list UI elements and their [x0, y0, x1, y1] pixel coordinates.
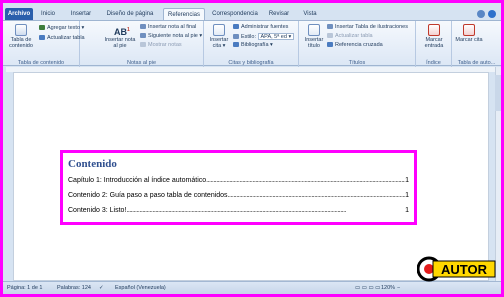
- autor-logo: AUTOR: [417, 256, 496, 282]
- bibliography-icon: [233, 42, 239, 47]
- estilo-value: APA, 5ª ed: [260, 34, 287, 40]
- toc-entry-text: Contenido 3: Listo!: [68, 207, 127, 214]
- insertar-nota-final-label: Insertar nota al final: [148, 24, 197, 30]
- siguiente-nota-label: Siguiente nota al pie: [148, 33, 198, 39]
- citation-icon: [213, 24, 225, 36]
- insertar-cita-button[interactable]: Insertar cita ▾: [207, 24, 231, 49]
- ribbon: Tabla de contenido Agregar texto ▾ Actua…: [3, 20, 501, 67]
- sources-icon: [233, 24, 239, 29]
- footnote-ab-icon: AB1: [114, 27, 130, 37]
- insertar-titulo-label: Insertar título: [304, 37, 324, 49]
- tabla-contenido-button[interactable]: Tabla de contenido: [6, 24, 36, 49]
- toc-entry-page: 1: [405, 207, 409, 214]
- siguiente-nota-button[interactable]: Siguiente nota al pie ▾: [140, 33, 202, 40]
- estilo-label: Estilo:: [241, 34, 256, 40]
- logo-text: AUTOR: [441, 262, 488, 277]
- bibliografia-button[interactable]: Bibliografía ▾: [233, 42, 273, 49]
- marcar-cita-button[interactable]: Marcar cita: [455, 24, 483, 43]
- toc-entry-page: 1: [405, 177, 409, 184]
- refresh-icon: [39, 35, 45, 40]
- toc-title: Contenido: [68, 158, 117, 170]
- marcar-entrada-label: Marcar entrada: [424, 37, 444, 49]
- caption-icon: [308, 24, 320, 36]
- footnote-ab-text: AB: [114, 27, 127, 37]
- group-citas: Insertar cita ▾ Administrar fuentes Esti…: [204, 21, 299, 67]
- insertar-tabla-ilustraciones-label: Insertar Tabla de ilustraciones: [335, 24, 408, 30]
- insertar-tabla-ilustraciones-button[interactable]: Insertar Tabla de ilustraciones: [327, 24, 408, 31]
- toc-icon: [15, 24, 27, 36]
- toc-entry[interactable]: Contenido 3: Listo! ....................…: [68, 204, 409, 217]
- view-buttons[interactable]: ▭ ▭ ▭ ▭: [355, 282, 380, 294]
- toc-entry[interactable]: Capítulo 1: Introducción al índice autom…: [68, 174, 409, 187]
- bibliografia-label: Bibliografía: [241, 42, 269, 48]
- group-indice: Marcar entrada Índice: [416, 21, 452, 67]
- show-notes-icon: [140, 42, 146, 47]
- group-tabla-contenido: Tabla de contenido Agregar texto ▾ Actua…: [3, 21, 85, 67]
- actualizar-tabla-ilustraciones-button[interactable]: Actualizar tabla: [327, 33, 373, 40]
- mostrar-notas-button[interactable]: Mostrar notas: [140, 42, 182, 49]
- spellcheck-icon[interactable]: ✓: [99, 282, 104, 294]
- insertar-nota-pie-label: Insertar nota al pie: [104, 37, 136, 49]
- administrar-fuentes-button[interactable]: Administrar fuentes: [233, 24, 288, 31]
- status-language[interactable]: Español (Venezuela): [115, 282, 166, 294]
- toc-leader-dots: ........................................…: [126, 207, 346, 214]
- status-words[interactable]: Palabras: 124: [57, 282, 91, 294]
- toc-entry-text: Contenido 2: Guía paso a paso tabla de c…: [68, 192, 228, 199]
- update-figures-icon: [327, 33, 333, 38]
- group-notas-pie: AB1 Insertar nota al pie Insertar nota a…: [80, 21, 204, 67]
- add-text-icon: [39, 25, 45, 30]
- mark-citation-icon: [463, 24, 475, 36]
- zoom-level[interactable]: 120%: [381, 282, 395, 294]
- vertical-scrollbar[interactable]: [495, 67, 501, 281]
- group-label-notas-pie: Notas al pie: [126, 60, 157, 66]
- toc-leader-dots: ........................................…: [206, 177, 406, 184]
- insertar-nota-final-button[interactable]: Insertar nota al final: [140, 24, 196, 31]
- actualizar-tabla-ilustraciones-label: Actualizar tabla: [335, 33, 373, 39]
- status-page[interactable]: Página: 1 de 1: [7, 282, 42, 294]
- group-label-tabla-autoridades: Tabla de auto...: [457, 60, 496, 66]
- table-figures-icon: [327, 24, 333, 29]
- group-label-indice: Índice: [426, 60, 441, 66]
- mark-entry-icon: [428, 24, 440, 36]
- marcar-entrada-button[interactable]: Marcar entrada: [418, 24, 450, 49]
- toc-entry-text: Capítulo 1: Introducción al índice autom…: [68, 177, 207, 184]
- group-label-tabla-contenido: Tabla de contenido: [17, 60, 65, 66]
- mostrar-notas-label: Mostrar notas: [148, 42, 182, 48]
- toc-entry-page: 1: [405, 192, 409, 199]
- actualizar-tabla-button[interactable]: Actualizar tabla: [39, 35, 85, 42]
- insertar-cita-label: Insertar cita: [209, 37, 229, 49]
- agregar-texto-button[interactable]: Agregar texto ▾: [39, 25, 84, 32]
- estilo-control: Estilo: APA, 5ª ed ▾: [233, 33, 295, 40]
- cross-reference-icon: [327, 42, 333, 47]
- marcar-cita-label: Marcar cita: [455, 37, 483, 43]
- insertar-titulo-button[interactable]: Insertar título: [301, 24, 327, 49]
- referencia-cruzada-button[interactable]: Referencia cruzada: [327, 42, 383, 49]
- minimize-ribbon-icon[interactable]: [477, 10, 485, 18]
- referencia-cruzada-label: Referencia cruzada: [335, 42, 383, 48]
- word-window: Archivo Inicio Insertar Diseño de página…: [3, 3, 501, 294]
- toc-entry[interactable]: Contenido 2: Guía paso a paso tabla de c…: [68, 189, 409, 202]
- group-label-titulos: Títulos: [348, 60, 366, 66]
- style-icon: [233, 34, 239, 39]
- group-titulos: Insertar título Insertar Tabla de ilustr…: [299, 21, 416, 67]
- group-tabla-autoridades: Marcar cita Tabla de auto...: [452, 21, 501, 67]
- table-of-contents[interactable]: Contenido Capítulo 1: Introducción al ín…: [60, 150, 417, 225]
- endnote-icon: [140, 24, 146, 29]
- next-footnote-icon: [140, 33, 146, 38]
- actualizar-tabla-label: Actualizar tabla: [47, 35, 85, 41]
- tabla-contenido-label: Tabla de contenido: [9, 37, 33, 49]
- group-label-citas: Citas y bibliografía: [228, 60, 274, 66]
- agregar-texto-label: Agregar texto: [47, 25, 81, 31]
- scrollbar-thumb[interactable]: [495, 75, 501, 111]
- toc-leader-dots: ........................................…: [227, 192, 406, 199]
- help-icon[interactable]: [488, 10, 496, 18]
- zoom-slider[interactable]: −: [397, 282, 400, 294]
- insertar-nota-pie-button[interactable]: AB1 Insertar nota al pie: [104, 24, 136, 49]
- administrar-fuentes-label: Administrar fuentes: [241, 24, 289, 30]
- estilo-select[interactable]: APA, 5ª ed ▾: [257, 33, 295, 40]
